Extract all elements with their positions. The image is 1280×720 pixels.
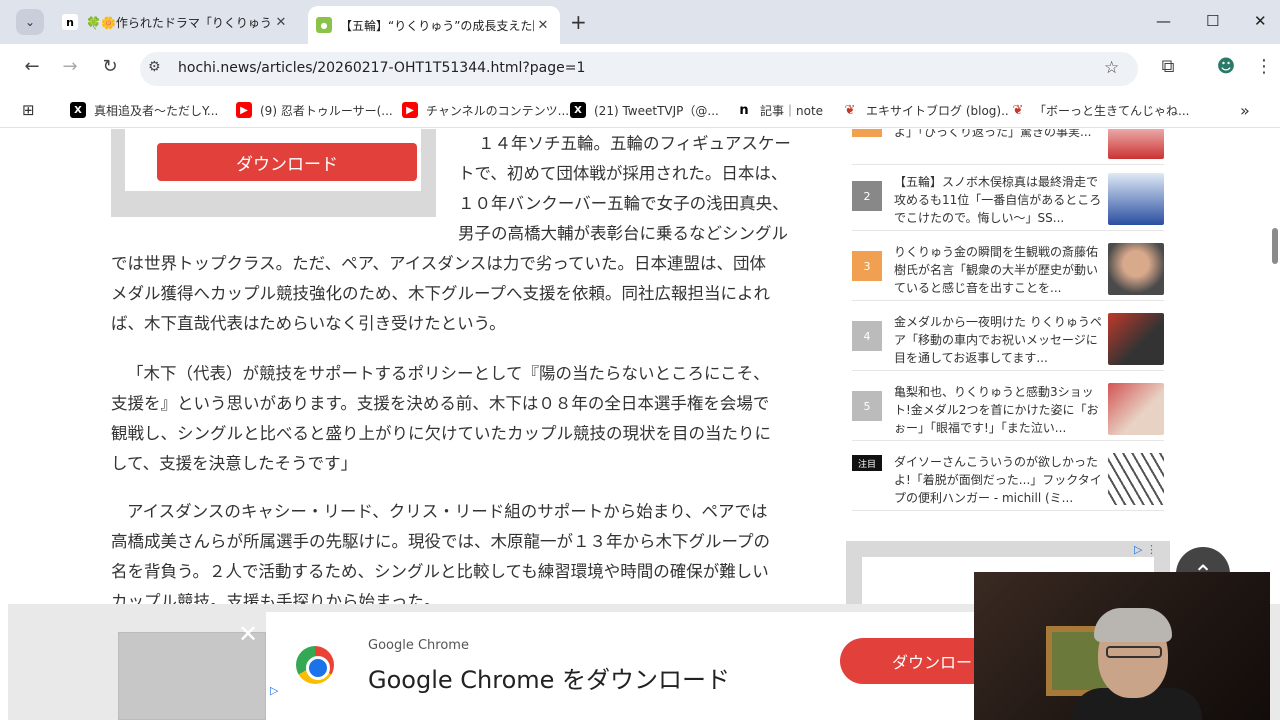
ad-info-icon[interactable]: ▷ — [270, 684, 278, 697]
bookmark-6[interactable]: ❦ エキサイトブログ (blog)... — [842, 100, 1013, 120]
bookmarks-bar: ⊞ X 真相追及者～ただしY... ▶ (9) 忍者トゥルーサー(... ▶ チャンネ… — [0, 92, 1280, 128]
article-line: 男子の高橋大輔が表彰台に乗るなどシングル — [458, 224, 788, 243]
ad-banner-inner: ダウンロード — [125, 129, 421, 191]
article-line: アイスダンスのキャシー・リード、クリス・リード組のサポートから始まり、ペアでは — [127, 502, 768, 521]
apps-grid-icon[interactable]: ⊞ — [22, 100, 35, 120]
excite-icon: ❦ — [842, 102, 858, 118]
person-glasses — [1106, 646, 1162, 658]
article-line: 名を背負う。２人で活動するため、シングルと比較しても練習環境や時間の確保が難しい — [111, 562, 769, 581]
ranking-item-featured[interactable]: 注目 ダイソーさんこういうのが欲しかったよ!「着脱が面倒だった...」フックタイ… — [852, 449, 1164, 511]
article-line: 支援を』という思いがあります。支援を決める前、木下は０８年の全日本選手権を会場で — [111, 394, 770, 413]
article-line: ば、木下直哉代表はためらいなく引き受けたという。 — [111, 314, 506, 333]
ranking-text: 亀梨和也、りくりゅうと感動3ショット!金メダル2つを首にかけた姿に「おぉー」「眼… — [894, 385, 1099, 435]
bookmark-3[interactable]: ▶ チャンネルのコンテンツ... — [402, 100, 569, 120]
featured-badge: 注目 — [852, 455, 882, 471]
menu-kebab-icon[interactable]: ⋮ — [1252, 56, 1276, 77]
ad-download-button[interactable]: ダウンロード — [157, 143, 417, 181]
article-line: １４年ソチ五輪。五輪のフィギュアスケー — [478, 134, 791, 153]
bookmark-2[interactable]: ▶ (9) 忍者トゥルーサー(... — [236, 100, 393, 120]
bookmark-label: チャンネルのコンテンツ... — [426, 103, 570, 118]
x-icon: X — [70, 102, 86, 118]
article-line: して、支援を決意したそうです」 — [111, 454, 358, 473]
ranking-thumbnail — [1108, 129, 1164, 159]
ad-close-icon[interactable]: ✕ — [238, 620, 258, 648]
article-line: １０年バンクーバー五輪で女子の浅田真央、 — [458, 194, 789, 213]
excite-icon: ❦ — [1010, 102, 1026, 118]
ad-banner-top: ダウンロード — [111, 129, 436, 217]
article-line: メダル獲得へカップル競技強化のため、木下グループへ支援を依頼。同社広報担当によれ — [111, 284, 771, 303]
extensions-puzzle-icon[interactable]: ⧉ — [1156, 56, 1180, 77]
tab-2-active[interactable]: ● 【五輪】“りくりゅう”の成長支えた陰の ✕ — [308, 6, 560, 44]
profile-avatar-icon[interactable]: ☻ — [1214, 56, 1238, 77]
youtube-icon: ▶ — [402, 102, 418, 118]
tab-search-chevron-icon[interactable]: ⌄ — [16, 9, 44, 35]
ranking-item-5[interactable]: 5 亀梨和也、りくりゅうと感動3ショット!金メダル2つを首にかけた姿に「おぉー」… — [852, 379, 1164, 441]
ranking-thumbnail — [1108, 243, 1164, 295]
tab-1-title: 🍀🌼作られたドラマ「りくりゅう」： — [86, 15, 272, 30]
bookmark-1[interactable]: X 真相追及者～ただしY... — [70, 100, 218, 120]
ranking-thumbnail — [1108, 453, 1164, 505]
bookmark-label: 記事｜note — [760, 103, 824, 118]
bookmark-label: (9) 忍者トゥルーサー(... — [260, 103, 393, 118]
rank-number — [852, 129, 882, 137]
ranking-thumbnail — [1108, 173, 1164, 225]
ranking-thumbnail — [1108, 313, 1164, 365]
article-line: 観戦し、シングルと比べると盛り上がりに欠けていたカップル競技の現状を目の当たりに — [111, 424, 771, 443]
article-line: では世界トップクラス。ただ、ペア、アイスダンスは力で劣っていた。日本連盟は、団体 — [111, 254, 767, 273]
ranking-text: りくりゅう金の瞬間を生観戦の斎藤佑樹氏が名言「観衆の大半が歴史が動いていると感じ… — [894, 245, 1099, 295]
reload-icon[interactable]: ↻ — [98, 56, 122, 77]
bookmark-label: (21) TweetTVJP（@... — [594, 103, 719, 118]
hochi-favicon-icon: ● — [316, 17, 332, 33]
note-icon: n — [736, 102, 752, 118]
bookmark-label: エキサイトブログ (blog)... — [866, 103, 1013, 118]
window-close-icon[interactable]: ✕ — [1254, 12, 1267, 30]
youtube-icon: ▶ — [236, 102, 252, 118]
chrome-logo-icon — [296, 646, 334, 684]
x-icon: X — [570, 102, 586, 118]
tab-2-close-icon[interactable]: ✕ — [534, 18, 552, 33]
site-info-icon[interactable]: ⚙ — [148, 59, 161, 75]
ranking-item-2[interactable]: 2 【五輪】スノボ木俣椋真は最終滑走で攻めるも11位「一番自信があるところでこけ… — [852, 169, 1164, 231]
ad-choices-icon[interactable]: ▷ ⋮ — [1134, 543, 1157, 556]
bookmark-star-icon[interactable]: ☆ — [1104, 58, 1119, 78]
ranking-text: 金メダルから一夜明けた りくりゅうペア「移動の車内でお祝いメッセージに目を通して… — [894, 315, 1102, 365]
rank-number: 4 — [852, 321, 882, 351]
tab-strip: ⌄ n 🍀🌼作られたドラマ「りくりゅう」： ✕ ● 【五輪】“りくりゅう”の成長… — [0, 0, 1280, 44]
back-arrow-icon[interactable]: ← — [20, 56, 44, 77]
maximize-icon[interactable]: ☐ — [1206, 12, 1219, 30]
url-text[interactable]: hochi.news/articles/20260217-OHT1T51344.… — [178, 60, 585, 76]
tab-1[interactable]: n 🍀🌼作られたドラマ「りくりゅう」： ✕ — [54, 6, 298, 38]
bookmark-label: 真相追及者～ただしY... — [94, 103, 219, 118]
article-line: 「木下（代表）が競技をサポートするポリシーとして『陽の当たらないところにこそ、 — [127, 364, 770, 383]
ranking-text: 【五輪】スノボ木俣椋真は最終滑走で攻めるも11位「一番自信があるところでこけたの… — [894, 175, 1102, 225]
minimize-icon[interactable]: — — [1156, 12, 1171, 30]
ranking-text: よ」「ひっくり返った」驚きの事実... — [894, 129, 1092, 139]
bookmark-4[interactable]: X (21) TweetTVJP（@... — [570, 100, 719, 120]
rank-number: 2 — [852, 181, 882, 211]
person-hair — [1094, 608, 1172, 642]
ad-brand: Google Chrome — [368, 638, 469, 653]
tab-1-close-icon[interactable]: ✕ — [272, 15, 290, 30]
tab-2-title: 【五輪】“りくりゅう”の成長支えた陰の — [340, 18, 534, 33]
ad-headline: Google Chrome をダウンロード — [368, 666, 731, 694]
webcam-overlay — [974, 572, 1270, 720]
scrollbar-thumb[interactable] — [1272, 228, 1278, 264]
bookmark-label: 「ボーっと生きてんじゃね... — [1034, 103, 1190, 118]
ranking-item-4[interactable]: 4 金メダルから一夜明けた りくりゅうペア「移動の車内でお祝いメッセージに目を通… — [852, 309, 1164, 371]
more-bookmarks-chevron-icon[interactable]: » — [1240, 100, 1250, 120]
ranking-item-1[interactable]: よ」「ひっくり返った」驚きの事実... — [852, 129, 1164, 165]
article-line: 高橋成美さんらが所属選手の先駆けに。現役では、木原龍一が１３年から木下グループの — [111, 532, 771, 551]
ranking-item-3[interactable]: 3 りくりゅう金の瞬間を生観戦の斎藤佑樹氏が名言「観衆の大半が歴史が動いていると… — [852, 239, 1164, 301]
forward-arrow-icon[interactable]: → — [58, 56, 82, 77]
note-icon: n — [62, 14, 78, 30]
bookmark-5[interactable]: n 記事｜note — [736, 100, 823, 120]
article-line: トで、初めて団体戦が採用された。日本は、 — [458, 164, 788, 183]
ranking-text: ダイソーさんこういうのが欲しかったよ!「着脱が面倒だった...」フックタイプの便… — [894, 455, 1102, 505]
ranking-thumbnail — [1108, 383, 1164, 435]
new-tab-plus-icon[interactable]: + — [570, 10, 587, 34]
rank-number: 3 — [852, 251, 882, 281]
rank-number: 5 — [852, 391, 882, 421]
bookmark-7[interactable]: ❦ 「ボーっと生きてんじゃね... — [1010, 100, 1189, 120]
